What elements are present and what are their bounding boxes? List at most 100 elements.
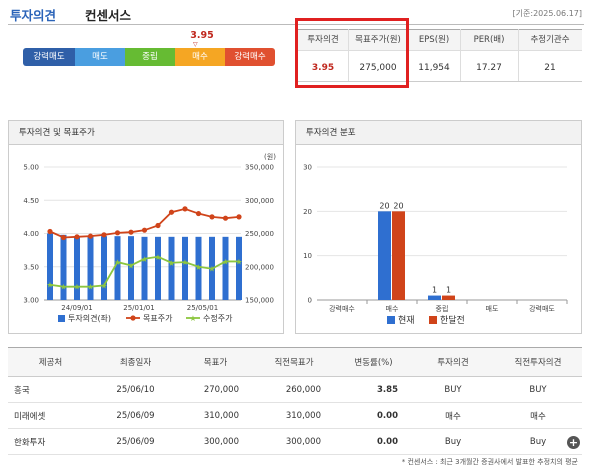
right-axis-unit: (원) [264,152,276,161]
panel-title: 투자의견 분포 [296,121,581,145]
cell-prev-target: 300,000 [253,428,335,455]
opinion-bar [182,236,188,300]
target-price-point [195,210,202,217]
cell-opinion: BUY [412,376,494,403]
target-price-point [236,214,242,220]
target-price-point [74,234,80,240]
x-tick-label: 매도 [486,305,499,313]
summary-header-analysts: 추정기관수 [530,35,570,45]
y-tick-label: 20 [303,208,312,216]
opinion-seg-sell: 매도 [75,48,125,66]
opinion-bar [236,236,242,300]
table-header-row: 제공처 최종일자 목표가 직전목표가 변동률(%) 투자의견 직전투자의견 [8,347,582,377]
cell-target: 300,000 [178,428,253,455]
cell-opinion: Buy [412,428,494,455]
summary-divider [518,29,519,81]
col-provider: 제공처 [8,347,93,377]
adjusted-price-point: ★ [127,261,134,270]
y-tick-label: 30 [303,164,312,172]
target-price-point [209,214,215,220]
target-price-point [87,233,94,239]
adjusted-price-point: ★ [181,258,188,267]
target-price-point [155,222,161,229]
page-title: 투자의견 [10,8,57,23]
table-row[interactable]: 미래에셋 25/06/09 310,000 310,000 0.00 매수 매수 [8,402,582,429]
more-plus-icon[interactable]: + [567,436,580,449]
opinion-seg-neutral: 중립 [125,48,175,66]
adjusted-price-point: ★ [195,263,202,272]
summary-highlight-box [295,18,409,88]
y-left-tick-label: 3.00 [23,297,39,305]
table-row[interactable]: 한화투자 25/06/09 300,000 300,000 0.00 Buy B… [8,428,582,455]
opinion-seg-buy: 매수 [175,48,225,66]
y-left-tick-label: 5.00 [23,164,39,172]
cell-prev-target: 260,000 [253,376,335,403]
cell-change: 0.00 [335,402,412,429]
legend-label-opinion: 투자의견(좌) [68,313,111,323]
opinion-bar [114,236,121,300]
x-tick-label: 중립 [436,305,449,313]
cell-target: 270,000 [178,376,253,403]
adjusted-price-point: ★ [73,283,80,292]
opinion-bar [141,236,148,300]
page-subtitle: 컨센서스 [85,8,132,23]
x-tick-label: 25/05/01 [187,304,218,312]
cell-change: 3.85 [335,376,412,403]
legend-swatch-current [387,316,395,324]
y-tick-label: 0 [308,297,312,305]
distribution-bar [428,295,441,300]
opinion-target-chart: (원) 5.00 4.50 4.00 3.50 3.00 350,000 300,000 250… [23,152,276,323]
adjusted-price-point: ★ [114,258,121,267]
y-left-tick-label: 4.00 [23,230,39,238]
summary-value-eps: 11,954 [418,63,450,73]
cell-change: 0.00 [335,428,412,455]
legend-swatch-target-dot [130,315,136,321]
col-opinion: 투자의견 [412,347,494,377]
col-target: 목표가 [178,347,253,377]
cell-prev-opinion: 매수 [494,402,582,429]
target-price-point [47,228,53,235]
legend-swatch-month-ago [429,316,437,324]
col-date: 최종일자 [93,347,178,377]
opinion-bar [155,236,161,300]
adjusted-price-point: ★ [87,283,94,292]
col-prev-opinion: 직전투자의견 [494,347,582,377]
adjusted-price-point: ★ [100,281,107,290]
opinion-seg-strong-buy: 강력매수 [225,48,275,66]
opinion-marker-icon: ▽ [193,41,198,48]
x-tick-label: 강력매도 [529,304,555,313]
summary-header-eps: EPS(원) [418,35,450,45]
legend-label-target: 목표주가 [143,314,173,323]
adjusted-price-point: ★ [46,281,53,290]
target-price-point [60,234,67,241]
target-price-point [168,209,175,215]
summary-value-per: 17.27 [476,63,502,73]
y-tick-label: 10 [303,252,312,260]
adjusted-price-point: ★ [208,265,215,274]
adjusted-price-point: ★ [141,255,148,264]
cell-date: 25/06/09 [93,428,178,455]
distribution-bar [442,295,455,300]
distribution-bar [392,211,405,300]
legend-label-current: 현재 [398,315,415,326]
summary-value-analysts: 21 [544,63,556,73]
base-date: [기준:2025.06.17] [512,9,582,18]
col-prev-target: 직전목표가 [253,347,335,377]
summary-divider [460,29,461,81]
opinion-bar [101,236,107,300]
x-tick-label: 매수 [386,305,399,313]
bar-data-label: 1 [432,286,437,295]
table-row[interactable]: 흥국 25/06/10 270,000 260,000 3.85 BUY BUY [8,376,582,403]
adjusted-price-point: ★ [154,253,161,262]
adjusted-price-point: ★ [222,257,229,266]
y-right-tick-label: 200,000 [245,263,274,271]
opinion-bar [168,236,175,300]
y-right-tick-label: 300,000 [245,197,274,205]
cell-provider: 미래에셋 [8,402,93,429]
col-change: 변동률(%) [335,347,412,377]
target-price-point [141,227,148,233]
target-price-point [101,232,107,238]
opinion-distribution-chart: 30 20 10 0 강력매수 매수 20 20 중립 1 1 매도 강력매도현재 한달전 [303,164,568,326]
cell-opinion: 매수 [412,402,494,429]
legend-swatch-adjusted-star: ★ [189,314,196,323]
